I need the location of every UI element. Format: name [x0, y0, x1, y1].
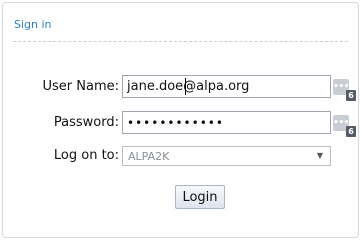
- password-field[interactable]: ••••••••••••: [122, 111, 331, 134]
- password-manager-badge: 6: [346, 90, 356, 101]
- logon-label: Log on to:: [53, 148, 119, 163]
- username-label: User Name:: [42, 79, 120, 94]
- panel-title: Sign in: [14, 18, 52, 31]
- password-manager-badge: 6: [346, 126, 356, 137]
- username-field[interactable]: jane.doe@alpa.org: [122, 75, 331, 98]
- login-button[interactable]: Login: [175, 185, 225, 209]
- username-value: jane.doe@alpa.org: [127, 79, 250, 94]
- chevron-down-icon: ▼: [316, 151, 323, 160]
- password-label: Password:: [53, 115, 119, 130]
- logon-domain-select[interactable]: ALPA2K ▼: [122, 146, 331, 166]
- divider: [13, 41, 348, 42]
- password-value: ••••••••••••: [127, 115, 224, 130]
- logon-domain-value: ALPA2K: [128, 149, 170, 163]
- text-caret: [185, 78, 186, 95]
